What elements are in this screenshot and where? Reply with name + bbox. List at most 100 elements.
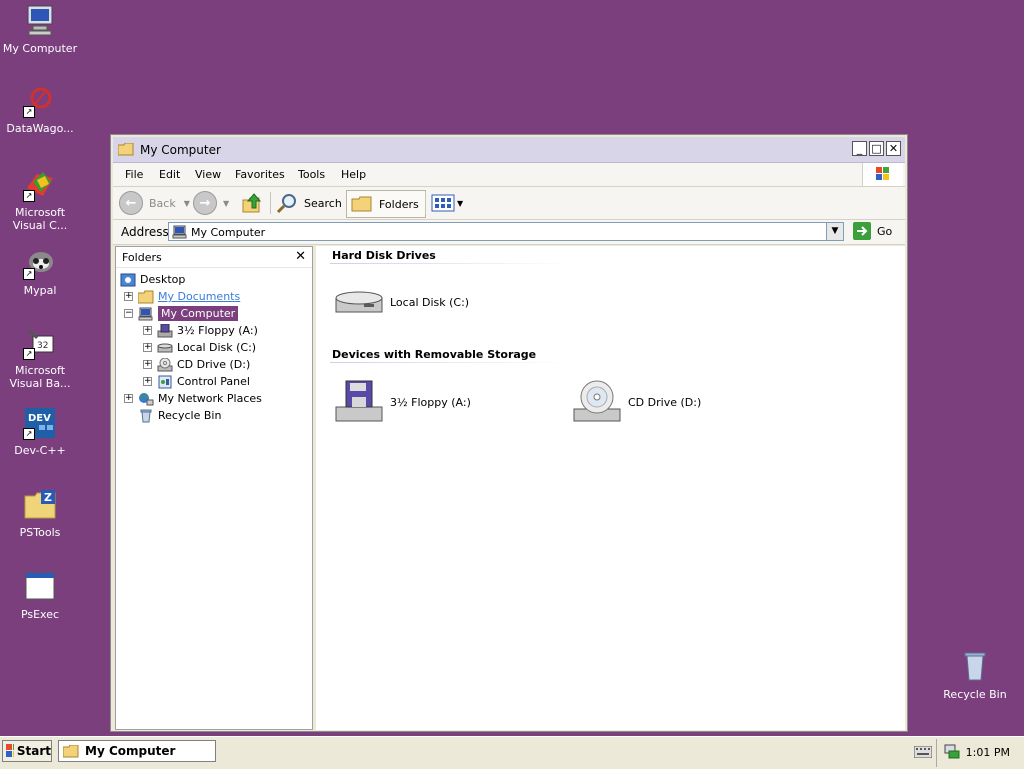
back-button[interactable]: ← Back ▼ [119,190,190,216]
start-button[interactable]: Start [2,740,52,762]
my-computer-icon [138,307,154,321]
expand-icon[interactable]: + [143,343,152,352]
forward-arrow-icon: → [193,191,217,215]
svg-text:32: 32 [37,341,48,351]
folders-button[interactable]: Folders [346,190,426,218]
clock[interactable]: 1:01 PM [966,746,1010,759]
menu-edit[interactable]: Edit [159,168,180,181]
desktop-icon-recycle-bin[interactable]: Recycle Bin [935,650,1015,701]
shortcut-arrow-icon: ↗ [23,428,35,440]
mypal-icon: ↗ [23,246,57,280]
shortcut-arrow-icon: ↗ [23,190,35,202]
folder-icon [137,290,154,304]
desktop-icon-my-computer[interactable]: My Computer [0,4,80,55]
keyboard-icon[interactable] [913,745,933,761]
tree-item-my-documents[interactable]: + My Documents [124,288,240,305]
chevron-down-icon[interactable]: ▼ [223,199,229,208]
taskbar-button-my-computer[interactable]: My Computer [58,740,216,762]
address-dropdown-icon[interactable]: ▼ [826,223,843,240]
search-icon [276,194,296,214]
desktop-icon-label: Microsoft Visual Ba... [9,364,71,390]
desktop-icon-label: Recycle Bin [943,688,1007,701]
network-places-icon [138,392,154,406]
tree-item-my-computer[interactable]: − My Computer [124,305,239,322]
address-bar: Address My Computer ▼ Go [113,220,905,245]
windows-logo-icon [862,163,903,186]
menu-file[interactable]: File [125,168,143,181]
tree-item-control-panel[interactable]: + Control Panel [143,373,250,390]
up-folder-icon [242,193,262,213]
desktop-icon-label: Dev-C++ [14,444,66,457]
content-pane[interactable]: Hard Disk Drives Local Disk (C:) Devices… [316,246,905,730]
menu-view[interactable]: View [195,168,221,181]
search-button[interactable]: Search [276,190,342,216]
tray-divider [936,739,937,767]
shortcut-arrow-icon: ↗ [23,268,35,280]
go-arrow-icon [853,222,871,240]
folder-icon [63,744,79,757]
standard-toolbar: ← Back ▼ → ▼ Search Folders ▼ [113,187,905,220]
network-icon[interactable] [944,743,960,762]
tree-item-recycle-bin[interactable]: Recycle Bin [138,407,221,424]
collapse-icon[interactable]: − [124,309,133,318]
tree-item-network-places[interactable]: + My Network Places [124,390,262,407]
chevron-down-icon[interactable]: ▼ [457,199,463,208]
desktop-icon-dev-cpp[interactable]: DEV ↗ Dev-C++ [0,406,80,457]
forward-button[interactable]: → ▼ [193,190,229,216]
tree-item-desktop[interactable]: Desktop [120,271,185,288]
menu-help[interactable]: Help [341,168,366,181]
desktop-icon-label: PSTools [19,526,61,539]
my-computer-icon [23,4,57,38]
desktop-icon-label: PsExec [20,608,60,621]
desktop-icon-mypal[interactable]: ↗ Mypal [0,246,80,297]
expand-icon[interactable]: + [143,326,152,335]
chevron-down-icon[interactable]: ▼ [184,199,190,208]
folders-pane-header: Folders ✕ [116,247,312,268]
expand-icon[interactable]: + [143,377,152,386]
tree-item-floppy[interactable]: + 3½ Floppy (A:) [143,322,258,339]
menu-tools[interactable]: Tools [298,168,325,181]
svg-text:DEV: DEV [28,413,51,424]
expand-icon[interactable]: + [124,292,133,301]
explorer-window[interactable]: My Computer _ □ ✕ File Edit View Favorit… [110,134,908,732]
desktop-icon-label: My Computer [2,42,78,55]
up-button[interactable] [241,190,263,216]
desktop-icon-pstools[interactable]: Z PSTools [0,488,80,539]
item-cd-drive[interactable]: CD Drive (D:) [572,379,701,425]
menu-bar: File Edit View Favorites Tools Help [113,163,905,187]
cd-drive-icon [573,380,621,422]
desktop-icon-label: DataWago... [6,122,74,135]
floppy-drive-icon [157,323,173,338]
menu-favorites[interactable]: Favorites [235,168,285,181]
desktop-icon-psexec[interactable]: PsExec [0,570,80,621]
shortcut-arrow-icon: ↗ [23,106,35,118]
my-computer-icon [172,225,187,239]
tree-item-cd-drive[interactable]: + CD Drive (D:) [143,356,250,373]
tree-item-local-disk[interactable]: + Local Disk (C:) [143,339,256,356]
expand-icon[interactable]: + [143,360,152,369]
folders-pane[interactable]: Folders ✕ Desktop + My Documents − My Co… [115,246,313,730]
item-floppy[interactable]: 3½ Floppy (A:) [334,379,471,425]
go-button[interactable]: Go [853,222,892,240]
recycle-bin-icon [138,409,154,423]
desktop-icon-visual-cpp[interactable]: ↗ Microsoft Visual C... [0,168,80,232]
desktop-icon-visual-basic[interactable]: 32 ↗ Microsoft Visual Ba... [0,326,80,390]
control-panel-icon [157,375,173,389]
title-bar[interactable]: My Computer _ □ ✕ [113,137,905,163]
item-local-disk[interactable]: Local Disk (C:) [334,286,469,318]
dev-cpp-icon: DEV ↗ [23,406,57,440]
folders-pane-title: Folders [122,251,162,264]
group-divider [330,263,570,264]
desktop-icon [120,273,136,287]
address-input[interactable]: My Computer ▼ [168,222,844,241]
views-button[interactable]: ▼ [431,190,463,216]
windows-logo-icon [6,744,14,757]
minimize-button[interactable]: _ [852,141,867,156]
close-button[interactable]: ✕ [886,141,901,156]
desktop-icon-datawagon[interactable]: ↗ DataWago... [0,84,80,135]
group-title-hard-disk-drives: Hard Disk Drives [332,249,436,262]
expand-icon[interactable]: + [124,394,133,403]
maximize-button[interactable]: □ [869,141,884,156]
cd-drive-icon [157,357,173,372]
close-icon[interactable]: ✕ [295,249,306,264]
